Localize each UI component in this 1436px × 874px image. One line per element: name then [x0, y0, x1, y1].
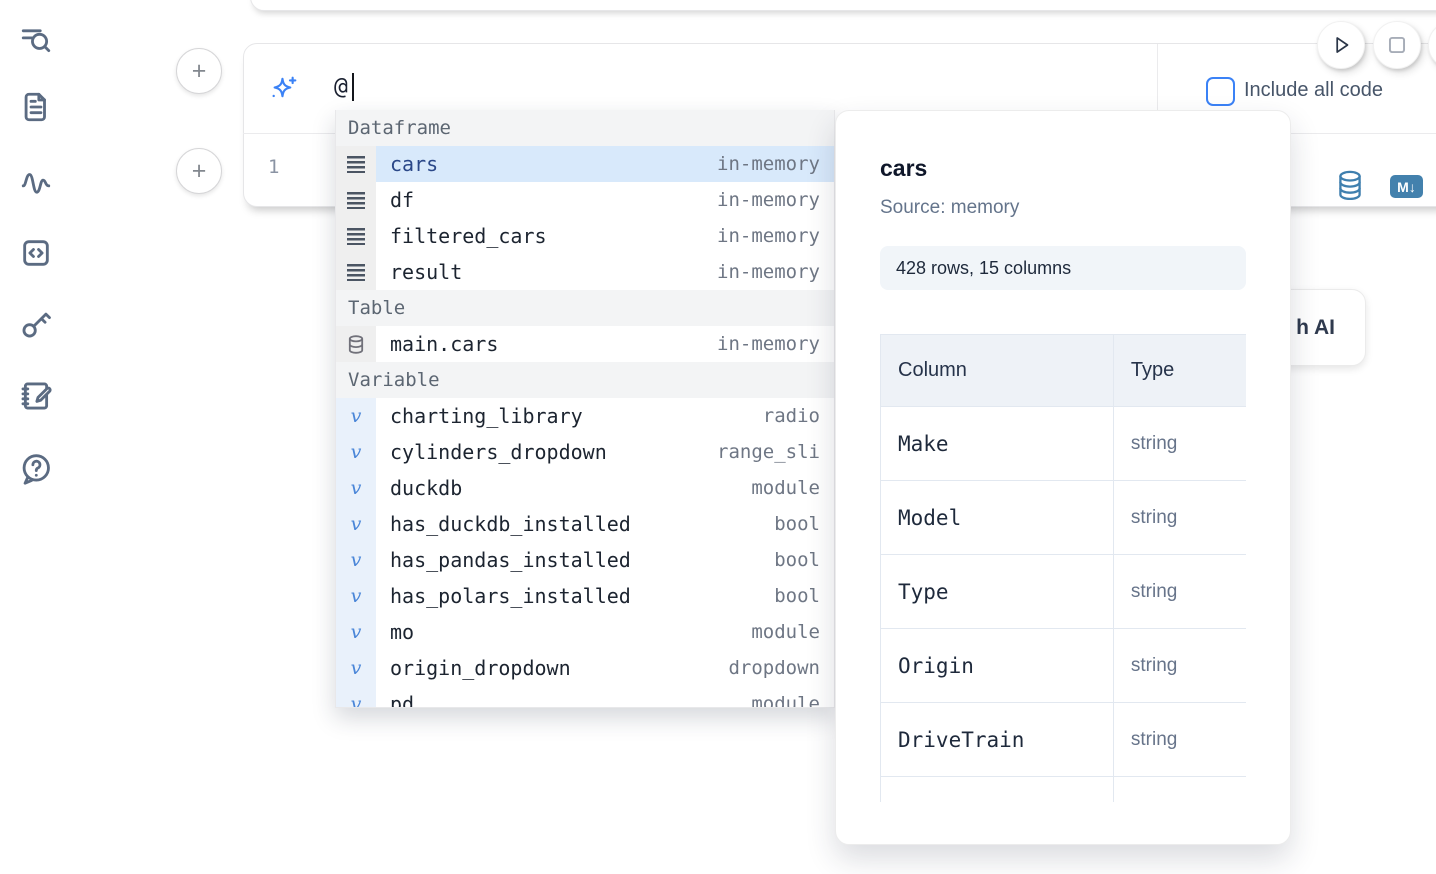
dataframe-preview-popup: cars Source: memory 428 rows, 15 columns… [835, 110, 1291, 845]
section-header: Variable [336, 362, 834, 398]
table-row: Make string [881, 407, 1247, 481]
column-name-cell: Type [881, 555, 1114, 629]
document-icon[interactable] [17, 88, 55, 126]
list-item[interactable]: v origin_dropdowndropdown [336, 650, 834, 686]
stop-cell-button[interactable] [1373, 21, 1421, 69]
include-all-code-label: Include all code [1244, 79, 1383, 102]
search-files-icon[interactable] [17, 21, 55, 59]
run-cell-button[interactable] [1317, 21, 1365, 69]
list-item[interactable]: dfin-memory [336, 182, 834, 218]
help-chat-icon[interactable] [17, 450, 55, 488]
clipped-list-item: v pdmodule [336, 686, 834, 708]
table-database-icon [336, 326, 376, 362]
table-row: Type string [881, 555, 1247, 629]
section-header: Dataframe [336, 110, 834, 146]
variable-icon: v [336, 650, 376, 686]
text-cursor [352, 73, 354, 101]
table-row: Origin string [881, 629, 1247, 703]
list-item[interactable]: v cylinders_dropdownrange_sli [336, 434, 834, 470]
column-name-cell: Make [881, 407, 1114, 481]
variable-icon: v [336, 578, 376, 614]
column-type-cell: string [1113, 407, 1246, 481]
list-item[interactable]: v pdmodule [336, 686, 834, 708]
list-item[interactable]: v charting_libraryradio [336, 398, 834, 434]
list-item[interactable]: filtered_carsin-memory [336, 218, 834, 254]
list-item[interactable]: main.carsin-memory [336, 326, 834, 362]
list-item[interactable]: resultin-memory [336, 254, 834, 290]
dataframe-rows-icon [336, 254, 376, 290]
schema-table-wrap: Column Type Make string Model string Typ… [880, 334, 1246, 802]
table-row: Model string [881, 481, 1247, 555]
preview-source: Source: memory [880, 197, 1246, 219]
variable-icon: v [336, 542, 376, 578]
list-item[interactable]: v has_duckdb_installedbool [336, 506, 834, 542]
variable-icon: v [336, 506, 376, 542]
dataframe-rows-icon [336, 218, 376, 254]
column-name-cell: Origin [881, 629, 1114, 703]
column-name-cell: DriveTrain [881, 703, 1114, 777]
shape-badge: 428 rows, 15 columns [880, 246, 1246, 290]
include-all-code-checkbox[interactable] [1206, 77, 1235, 106]
column-header: Column [881, 335, 1114, 407]
ai-prompt-input[interactable]: @ [334, 74, 348, 100]
line-number: 1 [268, 156, 279, 178]
variable-icon: v [336, 614, 376, 650]
column-name-cell: Model [881, 481, 1114, 555]
column-type-cell: string [1113, 555, 1246, 629]
add-cell-above-button[interactable]: + [176, 48, 222, 94]
markdown-icon[interactable]: M↓ [1390, 175, 1423, 198]
variable-icon: v [336, 398, 376, 434]
column-type-cell: string [1113, 629, 1246, 703]
variable-icon: v [336, 434, 376, 470]
secrets-key-icon[interactable] [17, 305, 55, 343]
list-item[interactable]: v has_pandas_installedbool [336, 542, 834, 578]
activity-icon[interactable] [17, 164, 55, 202]
table-row-clipped [881, 777, 1247, 803]
sidebar [0, 0, 70, 874]
list-item[interactable]: carsin-memory [336, 146, 834, 182]
schema-table: Column Type Make string Model string Typ… [880, 334, 1246, 802]
mention-autocomplete-menu: Dataframe carsin-memory dfin-memory filt… [335, 110, 835, 708]
column-type-cell: string [1113, 703, 1246, 777]
add-cell-below-button[interactable]: + [176, 148, 222, 194]
table-header-row: Column Type [881, 335, 1247, 407]
ai-sparkle-icon [268, 74, 298, 109]
dataframe-rows-icon [336, 182, 376, 218]
list-item[interactable]: v has_polars_installedbool [336, 578, 834, 614]
column-type-cell: string [1113, 481, 1246, 555]
database-icon[interactable] [1336, 170, 1364, 206]
variable-icon: v [336, 686, 376, 708]
table-row: DriveTrain string [881, 703, 1247, 777]
snippets-code-icon[interactable] [17, 234, 55, 272]
scratchpad-icon[interactable] [17, 377, 55, 415]
column-type-cell [1113, 777, 1246, 803]
column-name-cell [881, 777, 1114, 803]
preview-title: cars [880, 155, 1246, 182]
variable-icon: v [336, 470, 376, 506]
type-header: Type [1113, 335, 1246, 407]
section-header: Table [336, 290, 834, 326]
dataframe-rows-icon [336, 146, 376, 182]
previous-cell-edge [250, 0, 1436, 11]
list-item[interactable]: v momodule [336, 614, 834, 650]
list-item[interactable]: v duckdbmodule [336, 470, 834, 506]
